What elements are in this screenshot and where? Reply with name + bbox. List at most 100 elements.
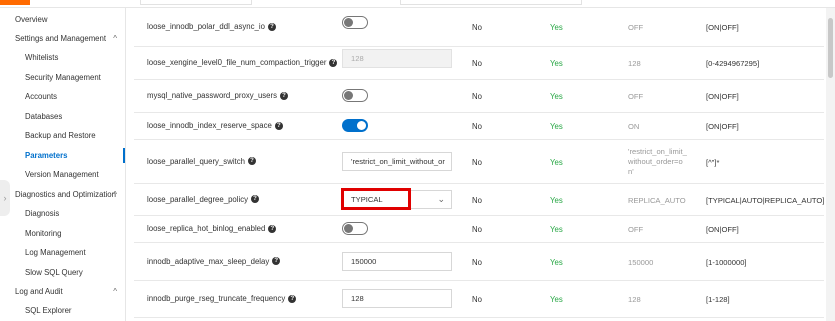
default-value: REPLICA_AUTO [628, 195, 686, 205]
question-circle-icon[interactable]: ? [247, 157, 256, 166]
param-value-input: 128 [342, 49, 452, 68]
param-value-input[interactable]: 'restrict_on_limit_without_or [342, 151, 452, 171]
scrollbar-thumb[interactable] [828, 18, 833, 78]
sidebar-item-backup-and-restore[interactable]: Backup and Restore [0, 126, 125, 145]
table-row: loose_parallel_query_switch? 'restrict_on… [134, 140, 824, 184]
sidebar-group-overview[interactable]: Overview [0, 10, 125, 29]
param-switch[interactable] [342, 222, 368, 235]
sidebar-item-label: Overview [15, 15, 48, 24]
modifiable: Yes [550, 257, 563, 267]
brand-logo[interactable] [0, 0, 30, 5]
top-search[interactable] [400, 0, 582, 5]
restart-required: No [472, 122, 482, 131]
param-name: loose_innodb_index_reserve_space? [147, 121, 283, 130]
chevron-up-icon[interactable]: ^ [113, 29, 117, 48]
sidebar-item-label: Slow SQL Query [25, 268, 83, 277]
scrollbar[interactable] [826, 8, 835, 321]
param-name: loose_xengine_level0_file_num_compaction… [147, 58, 338, 67]
param-name-text: loose_parallel_query_switch [147, 156, 245, 166]
sidebar-collapse-handle[interactable]: › [0, 180, 10, 216]
param-name: mysql_native_password_proxy_users? [147, 91, 289, 100]
allowed-range: [ON|OFF] [706, 122, 739, 131]
param-name-text: loose_innodb_polar_ddl_async_io [147, 22, 265, 31]
param-name: innodb_adaptive_max_sleep_delay? [147, 257, 281, 266]
sidebar-item-label: Parameters [25, 151, 68, 160]
restart-required: No [472, 195, 482, 205]
param-name-text: loose_replica_hot_binlog_enabled [147, 224, 266, 233]
allowed-range: [ON|OFF] [706, 225, 739, 234]
param-switch[interactable] [342, 119, 368, 132]
switch-knob [344, 91, 353, 100]
question-circle-icon[interactable]: ? [329, 58, 338, 67]
restart-required: No [472, 59, 482, 68]
sidebar-item-label: Diagnostics and Optimization [15, 190, 116, 199]
sidebar-item-label: Monitoring [25, 229, 62, 238]
sidebar-item-accounts[interactable]: Accounts [0, 87, 125, 106]
switch-knob [357, 121, 366, 130]
sidebar-item-label: SQL Explorer [25, 306, 72, 315]
sidebar-group-diagnostics-and-optimization[interactable]: Diagnostics and Optimization ^ [0, 185, 125, 204]
default-value: 128 [628, 295, 641, 304]
chevron-down-icon[interactable]: ⌄ [437, 191, 445, 208]
modifiable: Yes [550, 59, 563, 68]
table-row: loose_innodb_index_reserve_space? No Yes ON… [134, 113, 824, 140]
sidebar-item-monitoring[interactable]: Monitoring [0, 224, 125, 243]
question-circle-icon[interactable]: ? [274, 121, 283, 130]
param-name-text: loose_parallel_degree_policy [147, 194, 248, 204]
sidebar-item-label: Security Management [25, 73, 101, 82]
allowed-range: [ON|OFF] [706, 23, 739, 32]
param-name-text: innodb_purge_rseg_truncate_frequency [147, 294, 286, 303]
default-value: OFF [628, 92, 644, 101]
modifiable: Yes [550, 122, 563, 131]
highlight-box [341, 187, 411, 210]
sidebar-item-security-management[interactable]: Security Management [0, 68, 125, 87]
sidebar-item-databases[interactable]: Databases [0, 107, 125, 126]
question-circle-icon[interactable]: ? [268, 224, 277, 233]
sidebar-group-settings-and-management[interactable]: Settings and Management ^ [0, 29, 125, 48]
sidebar-item-sql-explorer[interactable]: SQL Explorer [0, 301, 125, 320]
default-value: 'restrict_on_limit_ without_order=o n' [628, 146, 687, 176]
sidebar: Overview Settings and Management ^ Whitelis… [0, 8, 126, 321]
sidebar-item-label: Whitelists [25, 53, 59, 62]
question-circle-icon[interactable]: ? [251, 195, 259, 204]
parameters-table: loose_innodb_polar_ddl_async_io? No Yes OFF… [126, 8, 826, 321]
restart-required: No [472, 257, 482, 267]
sidebar-item-slow-sql-query[interactable]: Slow SQL Query [0, 263, 125, 282]
allowed-range: [0-4294967295] [706, 59, 760, 68]
switch-knob [344, 18, 353, 27]
param-name: loose_parallel_query_switch? [147, 157, 256, 166]
param-switch[interactable] [342, 89, 368, 102]
param-name: loose_innodb_polar_ddl_async_io? [147, 22, 276, 31]
chevron-up-icon[interactable]: ^ [113, 185, 117, 204]
modifiable: Yes [550, 195, 563, 205]
sidebar-item-diagnosis[interactable]: Diagnosis [0, 204, 125, 223]
sidebar-item-log-management[interactable]: Log Management [0, 243, 125, 262]
question-circle-icon[interactable]: ? [280, 91, 289, 100]
allowed-range: [1-128] [706, 295, 730, 304]
default-value: 150000 [628, 257, 654, 267]
sidebar-item-label: Backup and Restore [25, 131, 96, 140]
question-circle-icon[interactable]: ? [272, 257, 281, 266]
restart-required: No [472, 92, 482, 101]
param-switch[interactable] [342, 16, 368, 29]
top-tab[interactable] [140, 0, 252, 5]
default-value: OFF [628, 225, 644, 234]
modifiable: Yes [550, 225, 563, 234]
question-circle-icon[interactable]: ? [267, 22, 276, 31]
restart-required: No [472, 225, 482, 234]
question-circle-icon[interactable]: ? [288, 294, 297, 303]
param-name-text: mysql_native_password_proxy_users [147, 91, 278, 100]
param-value-input[interactable]: 150000 [342, 251, 452, 271]
sidebar-item-parameters[interactable]: Parameters [0, 146, 125, 165]
default-value: 128 [628, 59, 641, 68]
table-row: loose_parallel_degree_policy? TYPICAL ⌄ No Y… [134, 184, 824, 216]
sidebar-item-version-management[interactable]: Version Management [0, 165, 125, 184]
sidebar-item-whitelists[interactable]: Whitelists [0, 48, 125, 67]
chevron-up-icon[interactable]: ^ [113, 282, 117, 301]
table-row: innodb_purge_rseg_truncate_frequency? 128… [134, 281, 824, 318]
sidebar-group-log-and-audit[interactable]: Log and Audit ^ [0, 282, 125, 301]
param-value-input[interactable]: 128 [342, 289, 452, 308]
table-row: loose_replica_hot_binlog_enabled? No Yes OF… [134, 216, 824, 243]
default-value: ON [628, 122, 640, 131]
sidebar-item-label: Diagnosis [25, 209, 60, 218]
